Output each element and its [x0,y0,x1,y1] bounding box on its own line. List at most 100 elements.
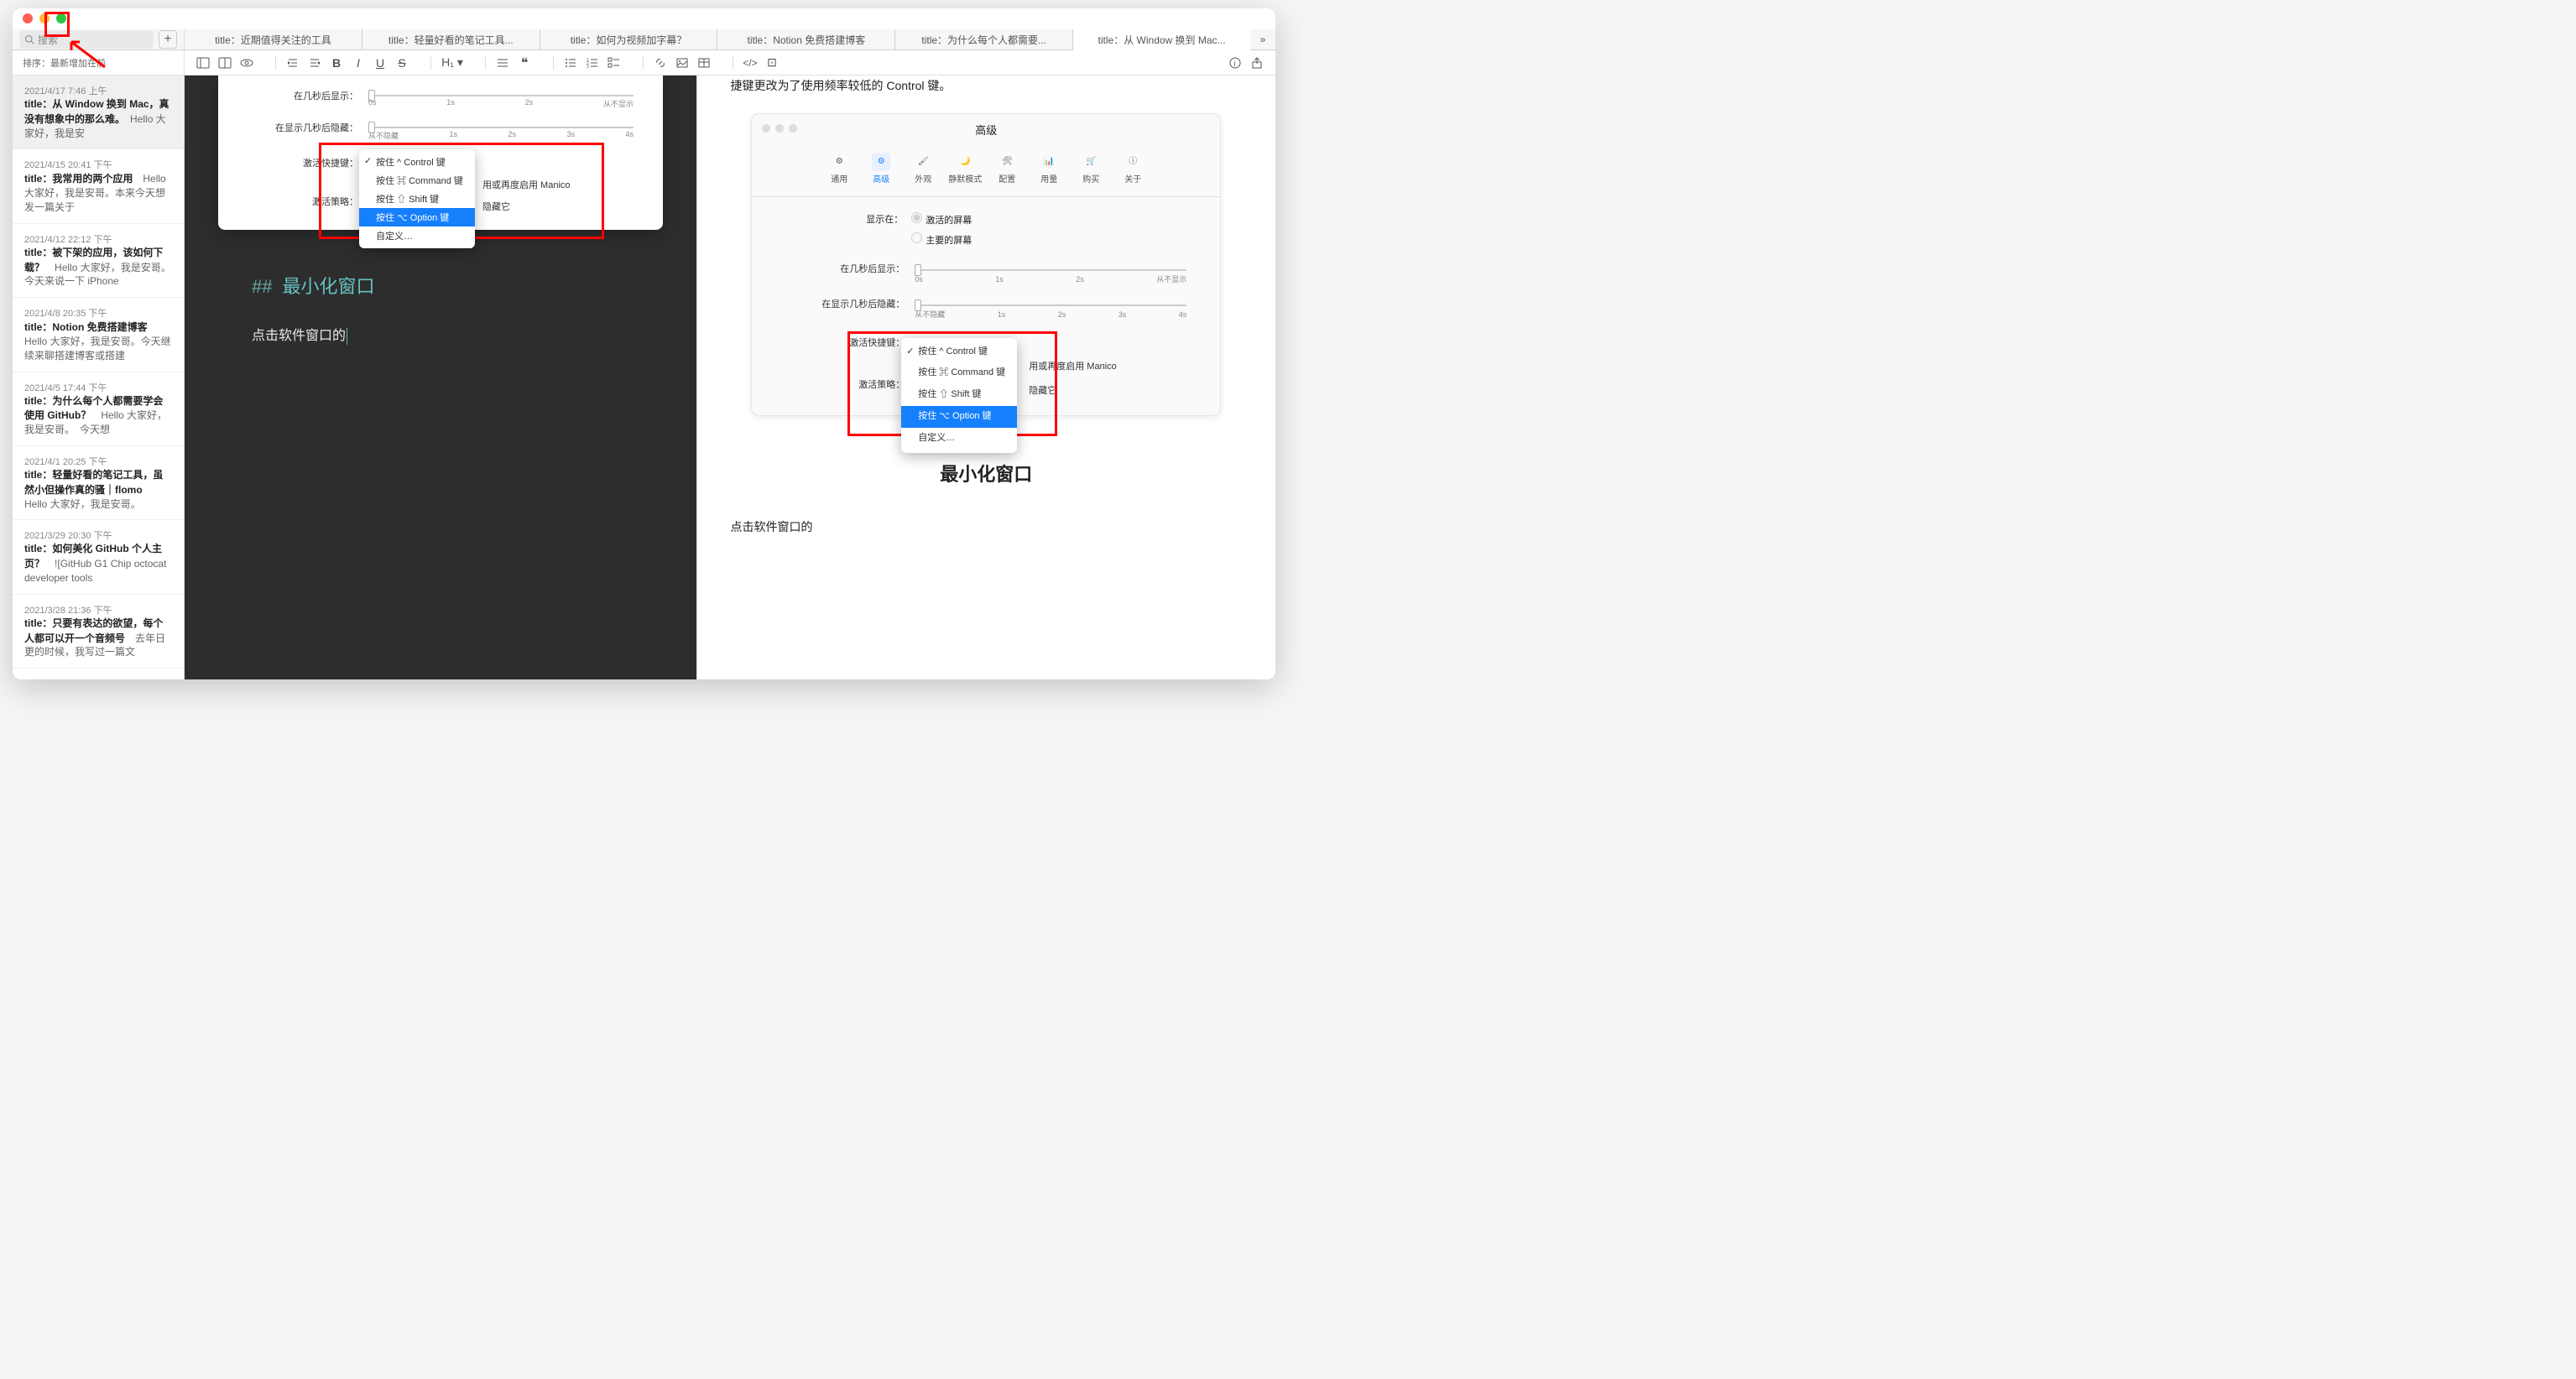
settings-tab-配置: 🛠配置 [986,153,1028,188]
italic-icon[interactable]: I [348,55,368,71]
heading-text: 最小化窗口 [282,276,374,297]
image-icon[interactable] [672,55,692,71]
note-date: 2021/4/8 20:35 下午 [24,306,172,320]
toolbar-row: 排序：最新增加在前 B I U S H₁ ▾ [13,50,1275,75]
note-date: 2021/3/29 20:30 下午 [24,528,172,542]
preview-icon[interactable] [237,55,257,71]
note-list-sidebar[interactable]: 2021/4/17 7:46 上午 title：从 Window 换到 Mac，… [13,75,185,679]
strikethrough-icon[interactable]: S [392,55,412,71]
editor-pane[interactable]: 在几秒后显示： 0s1s2s从不显示 在显示几秒后隐藏： 从不隐藏1s2s3s4… [185,75,696,679]
tab-1[interactable]: title：轻量好看的笔记工具... [362,29,540,50]
note-item[interactable]: 2021/4/8 20:35 下午 title：Notion 免费搭建博客 He… [13,298,184,372]
tab-overflow-button[interactable]: » [1250,34,1275,45]
note-item[interactable]: 2021/4/5 17:44 下午 title：为什么每个人都需要学会使用 Gi… [13,372,184,446]
underline-icon[interactable]: U [370,55,390,71]
settings-tab-icon: 🖌 [914,153,932,171]
note-item[interactable]: 2021/3/25 21:38 下午 [13,669,184,679]
title-bar [13,8,1275,29]
svg-text:i: i [1234,60,1236,68]
note-item[interactable]: 2021/4/17 7:46 上午 title：从 Window 换到 Mac，… [13,75,184,149]
note-item[interactable]: 2021/3/28 21:36 下午 title：只要有表达的欲望，每个人都可以… [13,595,184,669]
display-on-label: 显示在： [769,212,911,229]
minimize-button[interactable] [39,13,50,23]
note-date: 2021/4/15 20:41 下午 [24,158,172,171]
radio-main-screen: 主要的屏幕 [911,232,972,250]
layout-sidebar-icon[interactable] [193,55,213,71]
note-date: 2021/4/17 7:46 上午 [24,84,172,97]
settings-tab-icon: ⚙ [872,153,890,171]
dropdown-item: 自定义… [359,226,475,245]
settings-tab-icon: 📊 [1040,153,1058,171]
show-after-label-2: 在几秒后显示： [769,262,911,278]
number-list-icon[interactable]: 123 [582,55,602,71]
embedded-settings-screenshot-1: 在几秒后显示： 0s1s2s从不显示 在显示几秒后隐藏： 从不隐藏1s2s3s4… [218,75,663,230]
note-item[interactable]: 2021/4/12 22:12 下午 title：被下架的应用，该如何下载？ H… [13,224,184,298]
note-date: 2021/4/12 22:12 下午 [24,232,172,246]
note-date: 2021/3/28 21:36 下午 [24,603,172,617]
editor-heading[interactable]: ## 最小化窗口 [252,272,663,299]
outdent-icon[interactable] [283,55,303,71]
tab-0[interactable]: title：近期值得关注的工具 [185,29,362,50]
show-after-slider-2: 0s1s2s从不显示 [915,269,1186,271]
sort-label[interactable]: 排序：最新增加在前 [13,50,185,75]
close-button[interactable] [23,13,33,23]
tabs-row: 搜索 + title：近期值得关注的工具title：轻量好看的笔记工具...ti… [13,29,1275,50]
embedded-traffic-lights [762,124,797,133]
search-input[interactable]: 搜索 [19,30,154,49]
show-after-slider: 0s1s2s从不显示 [368,95,634,96]
table-icon[interactable] [694,55,714,71]
math-icon[interactable]: ⊡ [762,55,782,71]
settings-tab-关于: ⓘ关于 [1112,153,1154,188]
code-icon[interactable]: </> [740,55,760,71]
settings-tab-静默模式: 🌙静默模式 [944,153,986,188]
search-placeholder: 搜索 [38,33,58,47]
align-icon[interactable] [493,55,513,71]
main-area: 2021/4/17 7:46 上午 title：从 Window 换到 Mac，… [13,75,1275,679]
editor-paragraph[interactable]: 点击软件窗口的 [252,324,663,345]
settings-tab-icon: 🛠 [998,153,1016,171]
preview-heading: 最小化窗口 [731,458,1243,492]
quote-icon[interactable]: ❝ [514,55,534,71]
hotkey-dropdown-2: 按住 ^ Control 键按住 ⌘ Command 键按住 ⇧ Shift 键… [901,338,1017,453]
preview-paragraph: 点击软件窗口的 [731,517,1243,538]
embedded-window-title: 高级 [975,121,997,140]
heading-prefix: ## [252,276,272,297]
tab-3[interactable]: title：Notion 免费搭建博客 [717,29,895,50]
bullet-list-icon[interactable] [561,55,581,71]
tab-5[interactable]: title：从 Window 换到 Mac... [1073,29,1250,50]
editor-toolbar: B I U S H₁ ▾ ❝ 123 [185,55,1275,71]
dropdown-item: 按住 ⌥ Option 键 [901,406,1017,428]
note-item[interactable]: 2021/4/15 20:41 下午 title：我常用的两个应用 Hello … [13,149,184,223]
maximize-button[interactable] [56,13,66,23]
link-icon[interactable] [650,55,670,71]
hide-after-slider-2: 从不隐藏1s2s3s4s [915,304,1186,306]
dropdown-item: 自定义… [901,428,1017,450]
show-after-label: 在几秒后显示： [231,89,365,102]
hide-after-slider: 从不隐藏1s2s3s4s [368,127,634,128]
indent-icon[interactable] [305,55,325,71]
info-icon[interactable]: i [1225,55,1245,71]
settings-tab-icon: 🌙 [956,153,974,171]
note-item[interactable]: 2021/3/29 20:30 下午 title：如何美化 GitHub 个人主… [13,520,184,594]
dropdown-item: 按住 ⌘ Command 键 [901,362,1017,384]
search-icon [24,34,34,44]
layout-split-icon[interactable] [215,55,235,71]
checklist-icon[interactable] [604,55,624,71]
heading-icon[interactable]: H₁ ▾ [438,55,467,71]
preview-pane[interactable]: 捷键更改为了使用频率较低的 Control 键。 高级 ⚙通用⚙高级🖌外观🌙静默… [696,75,1276,679]
tab-2[interactable]: title：如何为视频加字幕？ [540,29,718,50]
settings-tab-高级: ⚙高级 [860,153,902,188]
dropdown-item: 按住 ⌥ Option 键 [359,208,475,226]
preview-partial-text: 捷键更改为了使用频率较低的 Control 键。 [731,75,1243,96]
add-note-button[interactable]: + [159,30,177,49]
svg-text:3: 3 [587,65,589,70]
share-icon[interactable] [1247,55,1267,71]
note-body: title：从 Window 换到 Mac，真没有想象中的那么难。 Hello … [24,97,172,140]
radio-active-screen: 激活的屏幕 [911,212,972,230]
bold-icon[interactable]: B [326,55,347,71]
settings-tab-外观: 🖌外观 [902,153,944,188]
settings-tab-用量: 📊用量 [1028,153,1070,188]
tab-4[interactable]: title：为什么每个人都需要... [895,29,1073,50]
note-body: title：轻量好看的笔记工具，虽然小但操作真的骚｜flomo Hello 大家… [24,468,172,511]
note-item[interactable]: 2021/4/1 20:25 下午 title：轻量好看的笔记工具，虽然小但操作… [13,446,184,520]
